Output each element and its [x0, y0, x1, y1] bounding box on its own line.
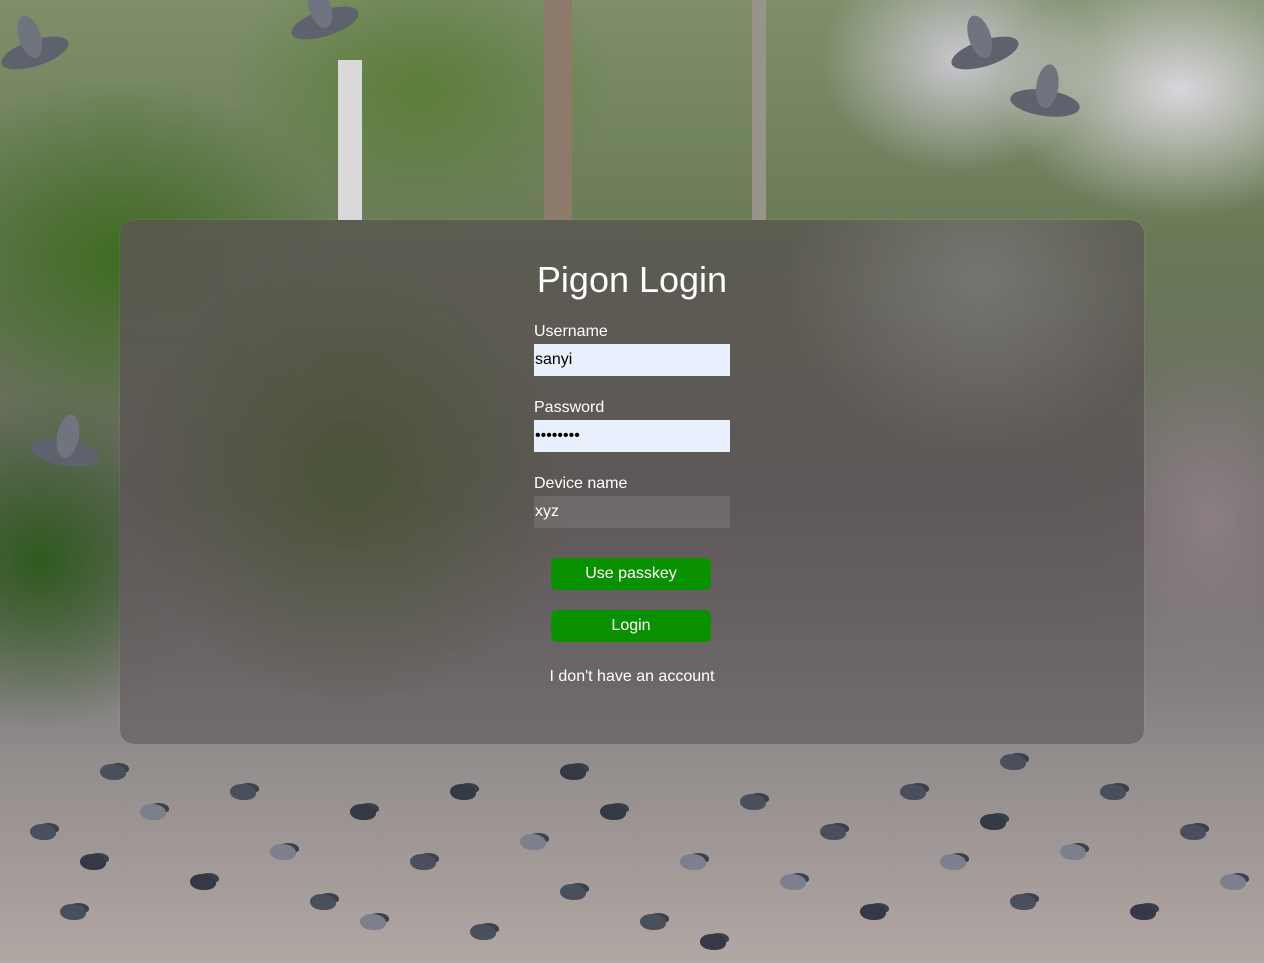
device-name-label: Device name	[534, 475, 628, 492]
pigeon-crowd	[0, 744, 1264, 963]
password-label: Password	[534, 399, 605, 416]
flying-pigeon	[1008, 85, 1082, 121]
page-title: Pigon Login	[536, 259, 728, 300]
flying-pigeon	[947, 29, 1023, 77]
password-field[interactable]	[534, 420, 730, 452]
utility-pole	[752, 0, 766, 220]
lamp-post	[338, 60, 362, 220]
flying-pigeon	[28, 434, 102, 472]
login-button[interactable]: Login	[551, 610, 711, 642]
tree-trunk	[544, 0, 572, 220]
login-card: Pigon Login Username Password Device nam…	[120, 220, 1144, 744]
flying-pigeon	[287, 0, 363, 47]
flying-pigeon	[0, 29, 73, 77]
username-label: Username	[534, 323, 608, 340]
username-field[interactable]	[534, 344, 730, 376]
use-passkey-button[interactable]: Use passkey	[551, 558, 711, 590]
device-name-field[interactable]	[534, 496, 730, 528]
no-account-link[interactable]: I don't have an account	[504, 667, 760, 687]
